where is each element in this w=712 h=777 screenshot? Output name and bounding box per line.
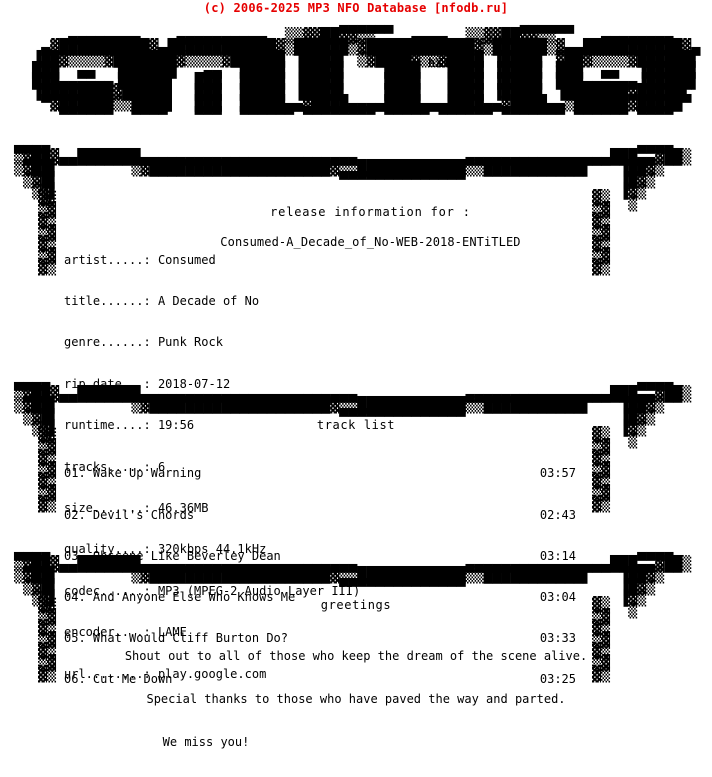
info-label-genre: genre......: — [64, 335, 151, 350]
release-heading-line-1: release information for : — [270, 205, 471, 219]
side-rail-right-tracks: ▓▒ ▒▓ ▓▒ ▒▓ ▓▒ ▒▓ ▓▒ — [592, 426, 611, 513]
info-value-artist: Consumed — [157, 252, 216, 267]
track-title: Devil's Chords — [92, 507, 195, 522]
info-row-genre: genre......: Punk Rock — [64, 335, 360, 350]
info-row-title: title......: A Decade of No — [64, 293, 360, 309]
info-value-title: A Decade of No — [157, 293, 260, 308]
track-row: 01. Wake Up Warning 03:57 — [64, 467, 576, 481]
logo-artist-tag: hX! — [428, 56, 450, 70]
info-label-artist: artist.....: — [64, 252, 151, 267]
track-title: Wake Up Warning — [92, 466, 202, 481]
greetings-line-1: Shout out to all of those who keep the d… — [124, 649, 588, 664]
group-logo-ascii-art: ▄▄▄▄▄▄ ▄▄▄▄▄▄ ▄▄▄▄▄▄▄▄ ▄▄▄▄▄▄▄▄▄▄ ▒▒▓▓██… — [32, 16, 701, 124]
track-duration: 03:57 — [539, 466, 576, 481]
track-number: 02. — [64, 507, 86, 522]
tracklist-heading: track list — [316, 418, 396, 432]
info-value-genre: Punk Rock — [157, 335, 223, 350]
nfo-page: (c) 2006-2025 MP3 NFO Database [nfodb.ru… — [0, 0, 712, 749]
copyright-banner: (c) 2006-2025 MP3 NFO Database [nfodb.ru… — [203, 1, 509, 15]
greetings-text: Shout out to all of those who keep the d… — [0, 621, 712, 777]
track-name: 02. Devil's Chords — [64, 507, 195, 523]
info-row-artist: artist.....: Consumed — [64, 252, 360, 268]
info-label-title: title......: — [64, 293, 151, 308]
greetings-line-3: We miss you! — [162, 734, 250, 749]
greetings-heading: greetings — [320, 598, 392, 612]
track-row: 02. Devil's Chords 02:43 — [64, 507, 576, 523]
side-rail-left-tracks: ▓▒ ▒▓ ▓▒ ▒▓ ▓▒ ▒▓ ▓▒ — [38, 426, 57, 513]
track-duration: 02:43 — [539, 507, 576, 522]
greetings-line-2: Special thanks to those who have paved t… — [146, 692, 566, 707]
track-number: 01. — [64, 466, 86, 481]
track-name: 01. Wake Up Warning — [64, 467, 201, 481]
